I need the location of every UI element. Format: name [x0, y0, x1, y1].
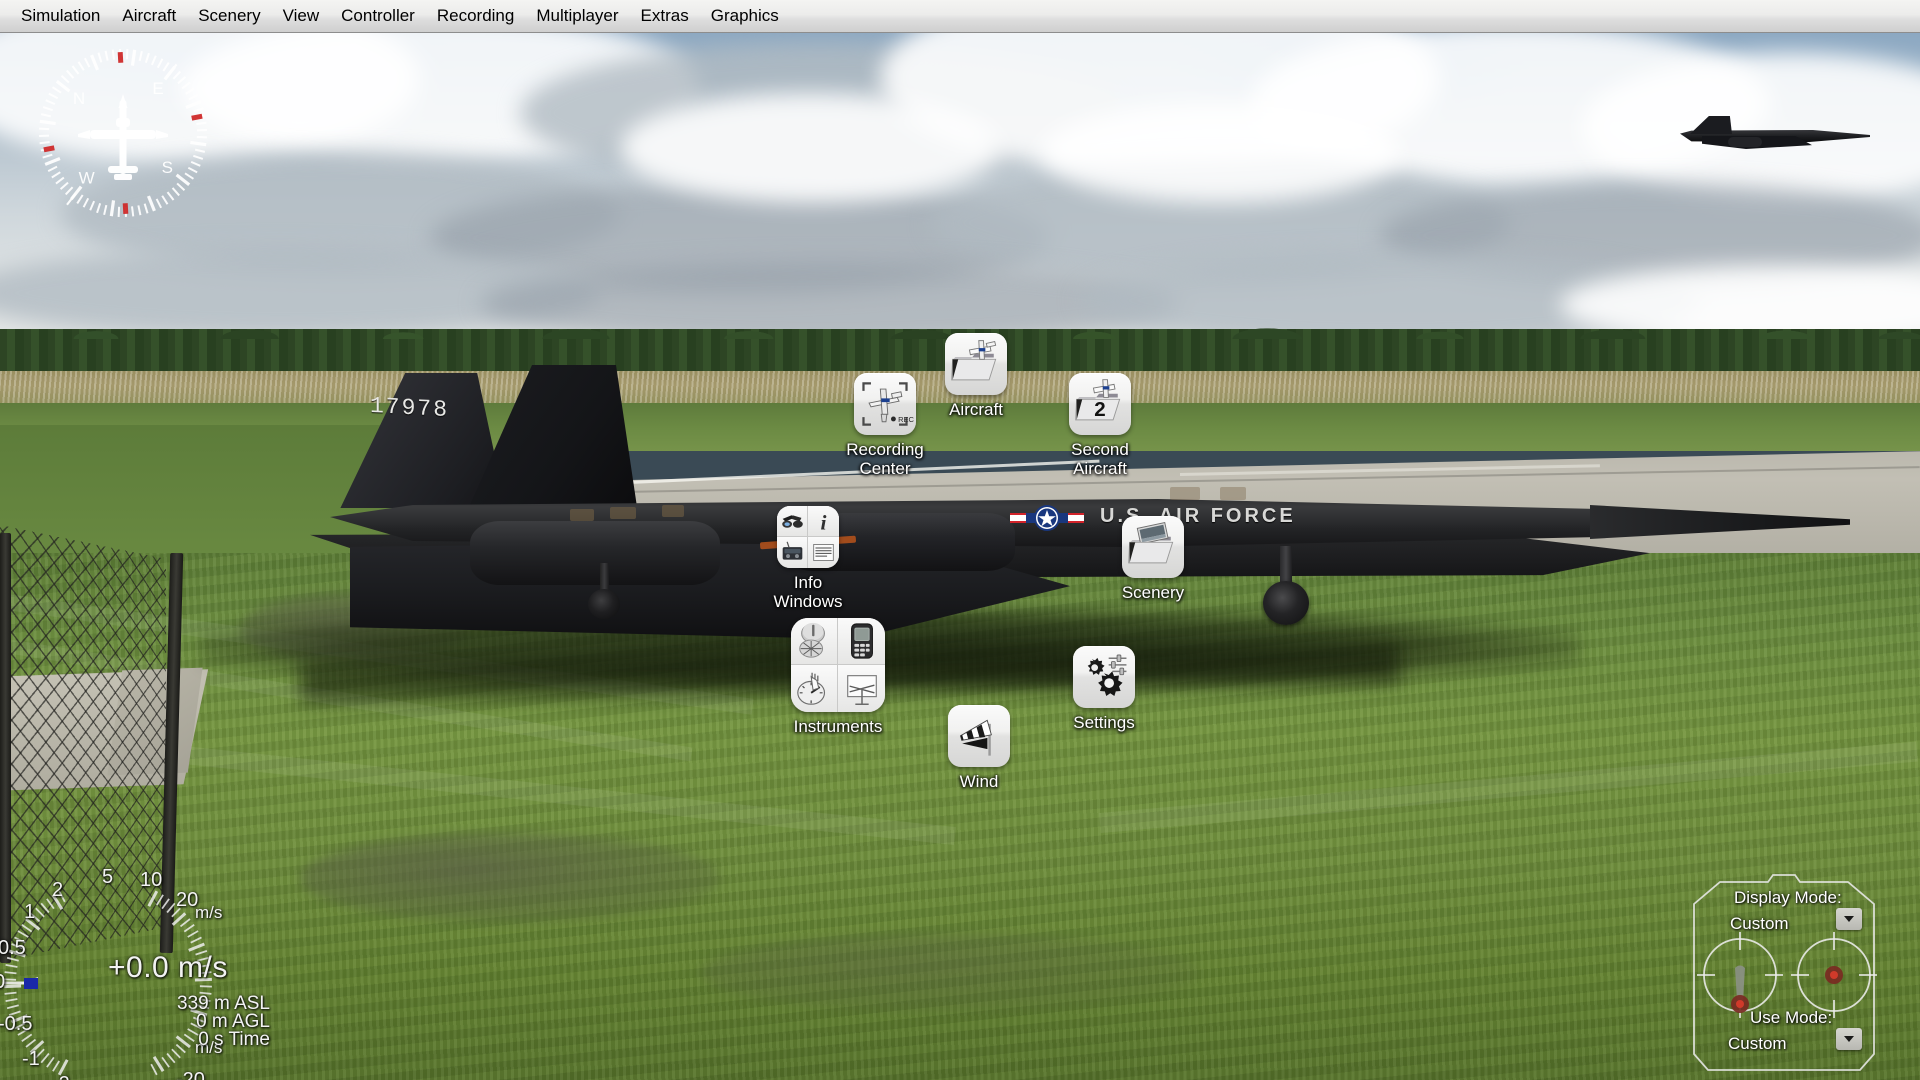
- heading-compass: E S W N: [28, 38, 218, 228]
- vario-scale-5: 5: [102, 866, 114, 888]
- fuselage-panel: [610, 507, 636, 519]
- icon-label: Settings: [1073, 713, 1135, 732]
- vario-scale-neg2: -2: [52, 1073, 70, 1080]
- vario-scale-neg05: -0.5: [0, 1013, 33, 1035]
- desktop-icon-aircraft[interactable]: Aircraft: [921, 333, 1031, 419]
- svg-text:E: E: [152, 79, 163, 98]
- mud-patch: [300, 833, 720, 923]
- windsock-icon[interactable]: [948, 705, 1010, 767]
- desktop-icon-scenery[interactable]: Scenery: [1098, 516, 1208, 602]
- vario-scale-2: 2: [52, 879, 64, 901]
- icon-label: Aircraft: [949, 400, 1003, 419]
- fuselage-panel: [1170, 487, 1200, 500]
- second-aircraft-folder-icon[interactable]: 2: [1069, 373, 1131, 435]
- menu-recording[interactable]: Recording: [426, 3, 526, 29]
- variometer-hud: 0 0.5 1 2 5 10 20 -0.5 -1 -2 -5 -10 -20 …: [0, 853, 280, 1080]
- recording-center-icon[interactable]: REC: [854, 373, 916, 435]
- icon-label: Info Windows: [773, 573, 843, 611]
- display-mode-value: Custom: [1730, 914, 1789, 933]
- aircraft-folder-icon[interactable]: [945, 333, 1007, 395]
- menu-controller[interactable]: Controller: [330, 3, 426, 29]
- vario-indicator: [24, 978, 38, 989]
- svg-text:N: N: [73, 89, 85, 108]
- use-mode-value: Custom: [1728, 1034, 1787, 1053]
- menu-simulation[interactable]: Simulation: [10, 3, 111, 29]
- left-gimbal-stick: [1697, 932, 1783, 1018]
- info-icon: i: [808, 506, 839, 537]
- info-windows-icon[interactable]: i: [777, 506, 839, 568]
- transmitter-icon: [777, 537, 808, 568]
- second-aircraft-badge: 2: [1094, 398, 1105, 421]
- vario-scale-05: 0.5: [0, 937, 26, 959]
- desktop-icon-info-windows[interactable]: i Info Windows: [748, 506, 868, 611]
- scenery-folder-icon[interactable]: [1122, 516, 1184, 578]
- usaf-roundel-icon: [1010, 505, 1084, 531]
- engine-nacelle-left: [470, 521, 720, 585]
- nose-gear-wheel: [588, 589, 620, 619]
- mud-patch: [700, 933, 1200, 1013]
- display-mode-dropdown-button[interactable]: [1836, 908, 1862, 930]
- svg-text:REC: REC: [898, 415, 914, 424]
- chart-icon: [838, 665, 885, 712]
- simulator-viewport[interactable]: 17978 U.S. AIR FORCE E S W N REC Recordi…: [0, 33, 1920, 1080]
- desktop-icon-settings[interactable]: Settings: [1049, 646, 1159, 732]
- svg-text:i: i: [821, 510, 827, 533]
- icon-label: Instruments: [793, 717, 883, 736]
- menu-aircraft[interactable]: Aircraft: [111, 3, 187, 29]
- sky-background: [0, 33, 1920, 363]
- use-mode-label: Use Mode:: [1750, 1008, 1833, 1027]
- vertical-speed-value: +0.0 m/s: [108, 951, 228, 984]
- svg-text:S: S: [162, 158, 173, 177]
- menu-bar: Simulation Aircraft Scenery View Control…: [0, 0, 1920, 33]
- menu-graphics[interactable]: Graphics: [700, 3, 790, 29]
- vario-scale-0: 0: [0, 971, 5, 994]
- main-landing-gear-wheel: [1263, 581, 1309, 625]
- menu-multiplayer[interactable]: Multiplayer: [525, 3, 629, 29]
- icon-label: Wind: [959, 772, 999, 791]
- menu-scenery[interactable]: Scenery: [187, 3, 271, 29]
- second-aircraft-in-flight: [1680, 108, 1880, 158]
- vario-scale-neg1: -1: [22, 1048, 40, 1070]
- settings-gears-icon[interactable]: [1073, 646, 1135, 708]
- gauge-hand-icon: [791, 665, 838, 712]
- instruments-icon[interactable]: [791, 618, 885, 712]
- rc-transmitter-overlay[interactable]: Display Mode: Custom Use Mode: Custom: [1658, 870, 1910, 1080]
- binoculars-icon: [777, 506, 808, 537]
- list-icon: [808, 537, 839, 568]
- menu-view[interactable]: View: [272, 3, 331, 29]
- fuselage-panel: [570, 509, 594, 521]
- gps-device-icon: [838, 618, 885, 665]
- sr71-aircraft[interactable]: 17978 U.S. AIR FORCE: [270, 365, 1850, 703]
- desktop-icon-second-aircraft[interactable]: 2 Second Aircraft: [1045, 373, 1155, 478]
- right-gimbal-stick: [1791, 932, 1877, 1018]
- vario-scale-10: 10: [140, 869, 163, 891]
- vario-unit-top: m/s: [195, 903, 223, 922]
- desktop-icon-instruments[interactable]: Instruments: [773, 618, 903, 736]
- icon-label: Recording Center: [846, 440, 924, 478]
- svg-text:W: W: [79, 168, 95, 187]
- icon-label: Second Aircraft: [1071, 440, 1129, 478]
- desktop-icon-wind[interactable]: Wind: [924, 705, 1034, 791]
- tail-number: 17978: [370, 392, 450, 424]
- menu-extras[interactable]: Extras: [630, 3, 700, 29]
- icon-label: Scenery: [1121, 583, 1185, 602]
- fuselage-panel: [662, 505, 684, 517]
- use-mode-dropdown-button[interactable]: [1836, 1028, 1862, 1050]
- variometer-instrument-icon: [791, 618, 838, 665]
- vario-scale-1: 1: [24, 901, 36, 923]
- airplane-top-view-icon: [78, 94, 168, 180]
- sim-time: 0 s Time: [198, 1029, 270, 1050]
- vario-scale-neg20: -20: [176, 1069, 205, 1080]
- display-mode-label: Display Mode:: [1734, 888, 1842, 907]
- fuselage-panel: [1220, 487, 1246, 500]
